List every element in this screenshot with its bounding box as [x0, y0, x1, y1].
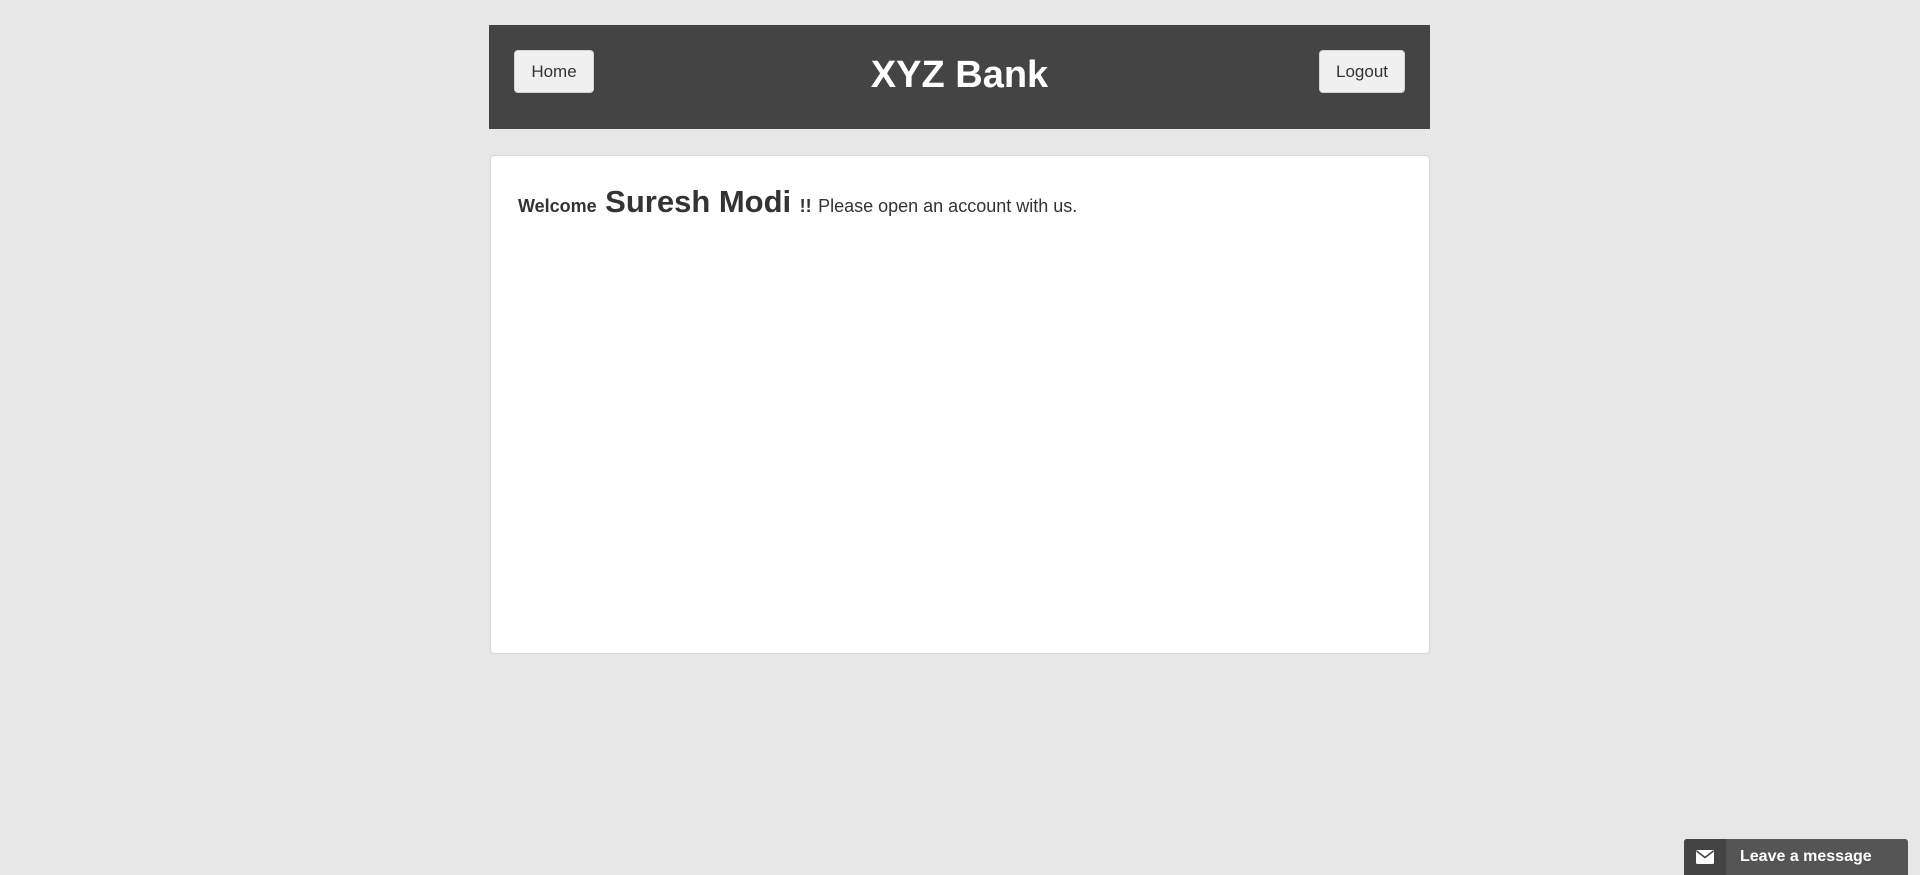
user-name: Suresh Modi	[605, 184, 792, 219]
welcome-word: Welcome	[518, 196, 597, 216]
welcome-exclamation: !!	[799, 196, 812, 216]
app-header: Home XYZ Bank Logout	[489, 25, 1430, 129]
leave-message-label: Leave a message	[1740, 848, 1872, 865]
leave-message-widget[interactable]: Leave a message	[1684, 839, 1908, 875]
logout-button[interactable]: Logout	[1319, 50, 1405, 93]
welcome-line: Welcome Suresh Modi !! Please open an ac…	[518, 184, 1077, 220]
main-panel: Welcome Suresh Modi !! Please open an ac…	[490, 155, 1430, 654]
welcome-message: Please open an account with us.	[818, 196, 1078, 216]
bank-title: XYZ Bank	[870, 54, 1049, 96]
envelope-icon	[1684, 839, 1726, 875]
